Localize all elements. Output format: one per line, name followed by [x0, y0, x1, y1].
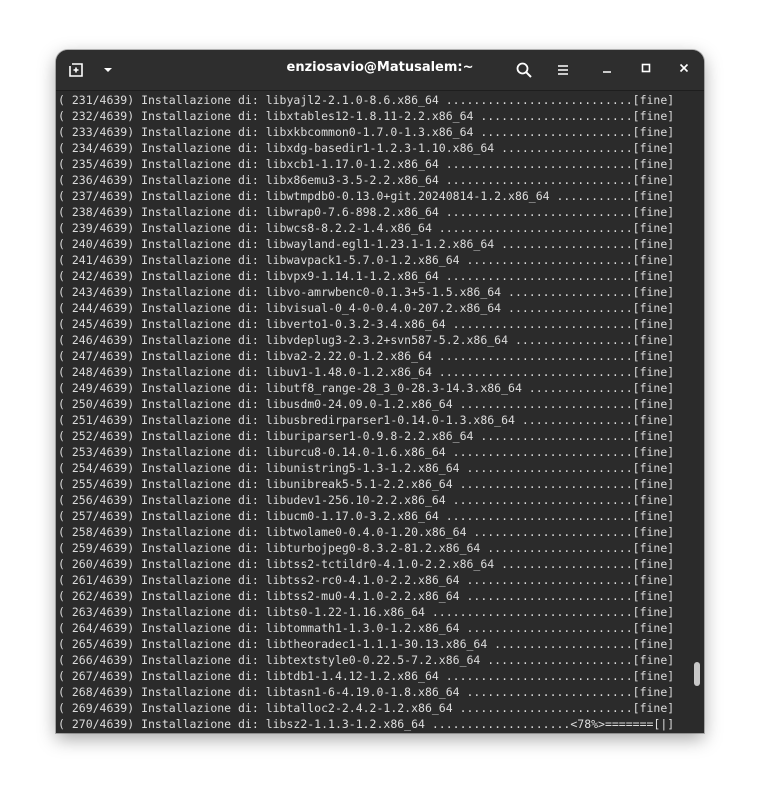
terminal-line-text: ( 270/4639) Installazione di: libsz2-1.1… [58, 717, 675, 731]
terminal-line-text: ( 259/4639) Installazione di: libturbojp… [58, 541, 675, 555]
terminal-line: ( 249/4639) Installazione di: libutf8_ra… [58, 380, 674, 396]
terminal-line: ( 267/4639) Installazione di: libtdb1-1.… [58, 668, 674, 684]
terminal-output[interactable]: ( 231/4639) Installazione di: libyajl2-2… [56, 91, 692, 733]
terminal-line: ( 254/4639) Installazione di: libunistri… [58, 460, 674, 476]
terminal-line: ( 262/4639) Installazione di: libtss2-mu… [58, 588, 674, 604]
terminal-line-text: ( 231/4639) Installazione di: libyajl2-2… [58, 93, 675, 107]
terminal-line-text: ( 261/4639) Installazione di: libtss2-rc… [58, 573, 675, 587]
new-tab-icon [67, 61, 85, 79]
terminal-line-text: ( 265/4639) Installazione di: libtheorad… [58, 637, 675, 651]
terminal-line: ( 231/4639) Installazione di: libyajl2-2… [58, 92, 674, 108]
terminal-line-text: ( 262/4639) Installazione di: libtss2-mu… [58, 589, 675, 603]
terminal-line-text: ( 239/4639) Installazione di: libwcs8-8.… [58, 221, 675, 235]
terminal-line-text: ( 254/4639) Installazione di: libunistri… [58, 461, 675, 475]
terminal-line: ( 265/4639) Installazione di: libtheorad… [58, 636, 674, 652]
menu-button[interactable] [549, 56, 577, 84]
search-icon [515, 61, 533, 79]
terminal-line-text: ( 232/4639) Installazione di: libxtables… [58, 109, 675, 123]
terminal-line: ( 253/4639) Installazione di: liburcu8-0… [58, 444, 674, 460]
terminal-line-text: ( 260/4639) Installazione di: libtss2-tc… [58, 557, 675, 571]
scrollbar-thumb[interactable] [694, 662, 700, 686]
terminal-line-text: ( 268/4639) Installazione di: libtasn1-6… [58, 685, 675, 699]
terminal-line: ( 268/4639) Installazione di: libtasn1-6… [58, 684, 674, 700]
terminal-line-text: ( 245/4639) Installazione di: libverto1-… [58, 317, 675, 331]
terminal-line: ( 248/4639) Installazione di: libuv1-1.4… [58, 364, 674, 380]
new-tab-button[interactable] [62, 56, 90, 84]
terminal-line: ( 233/4639) Installazione di: libxkbcomm… [58, 124, 674, 140]
terminal-line-text: ( 269/4639) Installazione di: libtalloc2… [58, 701, 675, 715]
terminal-line: ( 266/4639) Installazione di: libtextsty… [58, 652, 674, 668]
terminal-line: ( 232/4639) Installazione di: libxtables… [58, 108, 674, 124]
terminal-line: ( 239/4639) Installazione di: libwcs8-8.… [58, 220, 674, 236]
terminal-window: enziosavio@Matusalem:~ (231/4639) Insta… [56, 50, 704, 733]
terminal-line: ( 252/4639) Installazione di: liburipars… [58, 428, 674, 444]
terminal-line: ( 243/4639) Installazione di: libvo-amrw… [58, 284, 674, 300]
terminal-line: ( 251/4639) Installazione di: libusbredi… [58, 412, 674, 428]
close-icon [678, 61, 690, 79]
titlebar: enziosavio@Matusalem:~ [56, 50, 704, 91]
terminal-line-text: ( 243/4639) Installazione di: libvo-amrw… [58, 285, 675, 299]
terminal-line-text: ( 244/4639) Installazione di: libvisual-… [58, 301, 675, 315]
terminal-line-text: ( 233/4639) Installazione di: libxkbcomm… [58, 125, 675, 139]
terminal-line-text: ( 263/4639) Installazione di: libts0-1.2… [58, 605, 675, 619]
terminal-line-text: ( 253/4639) Installazione di: liburcu8-0… [58, 445, 675, 459]
terminal-line: ( 269/4639) Installazione di: libtalloc2… [58, 700, 674, 716]
terminal-line-text: ( 251/4639) Installazione di: libusbredi… [58, 413, 675, 427]
terminal-line-text: ( 241/4639) Installazione di: libwavpack… [58, 253, 675, 267]
terminal-line-text: ( 258/4639) Installazione di: libtwolame… [58, 525, 675, 539]
maximize-button[interactable] [634, 58, 658, 82]
terminal-line: ( 259/4639) Installazione di: libturbojp… [58, 540, 674, 556]
terminal-line-text: ( 238/4639) Installazione di: libwrap0-7… [58, 205, 675, 219]
terminal-line-text: ( 256/4639) Installazione di: libudev1-2… [58, 493, 675, 507]
hamburger-menu-icon [555, 62, 571, 78]
terminal-line-text: ( 264/4639) Installazione di: libtommath… [58, 621, 675, 635]
minimize-button[interactable] [595, 58, 619, 82]
terminal-line-text: ( 236/4639) Installazione di: libx86emu3… [58, 173, 675, 187]
terminal-line-text: ( 248/4639) Installazione di: libuv1-1.4… [58, 365, 675, 379]
search-button[interactable] [510, 56, 538, 84]
minimize-icon [601, 61, 613, 79]
terminal-line: ( 270/4639) Installazione di: libsz2-1.1… [58, 716, 674, 732]
terminal-line: ( 257/4639) Installazione di: libucm0-1.… [58, 508, 674, 524]
terminal-line-text: ( 242/4639) Installazione di: libvpx9-1.… [58, 269, 675, 283]
terminal-line-text: ( 252/4639) Installazione di: liburipars… [58, 429, 675, 443]
terminal-line: ( 261/4639) Installazione di: libtss2-rc… [58, 572, 674, 588]
maximize-icon [640, 61, 652, 79]
terminal-line-text: ( 266/4639) Installazione di: libtextsty… [58, 653, 675, 667]
terminal-line: ( 250/4639) Installazione di: libusdm0-2… [58, 396, 674, 412]
terminal-line-text: ( 249/4639) Installazione di: libutf8_ra… [58, 381, 675, 395]
terminal-line-text: ( 234/4639) Installazione di: libxdg-bas… [58, 141, 675, 155]
terminal-line: ( 256/4639) Installazione di: libudev1-2… [58, 492, 674, 508]
terminal-line: ( 238/4639) Installazione di: libwrap0-7… [58, 204, 674, 220]
terminal-line-text: ( 235/4639) Installazione di: libxcb1-1.… [58, 157, 675, 171]
terminal-line: ( 234/4639) Installazione di: libxdg-bas… [58, 140, 674, 156]
terminal-line: ( 242/4639) Installazione di: libvpx9-1.… [58, 268, 674, 284]
terminal-line: ( 247/4639) Installazione di: libva2-2.2… [58, 348, 674, 364]
terminal-line: ( 258/4639) Installazione di: libtwolame… [58, 524, 674, 540]
terminal-line-text: ( 250/4639) Installazione di: libusdm0-2… [58, 397, 675, 411]
terminal-line: ( 244/4639) Installazione di: libvisual-… [58, 300, 674, 316]
terminal-line: ( 235/4639) Installazione di: libxcb1-1.… [58, 156, 674, 172]
terminal-line: ( 241/4639) Installazione di: libwavpack… [58, 252, 674, 268]
close-button[interactable] [672, 58, 696, 82]
terminal-line: ( 236/4639) Installazione di: libx86emu3… [58, 172, 674, 188]
tab-dropdown-button[interactable] [94, 56, 122, 84]
terminal-line-text: ( 257/4639) Installazione di: libucm0-1.… [58, 509, 675, 523]
terminal-line-text: ( 240/4639) Installazione di: libwayland… [58, 237, 675, 251]
terminal-line: ( 245/4639) Installazione di: libverto1-… [58, 316, 674, 332]
terminal-line: ( 237/4639) Installazione di: libwtmpdb0… [58, 188, 674, 204]
terminal-line-text: ( 246/4639) Installazione di: libvdeplug… [58, 333, 675, 347]
terminal-line-text: ( 247/4639) Installazione di: libva2-2.2… [58, 349, 675, 363]
terminal-line: ( 260/4639) Installazione di: libtss2-tc… [58, 556, 674, 572]
terminal-line-text: ( 237/4639) Installazione di: libwtmpdb0… [58, 189, 675, 203]
terminal-line: ( 246/4639) Installazione di: libvdeplug… [58, 332, 674, 348]
terminal-line: ( 264/4639) Installazione di: libtommath… [58, 620, 674, 636]
terminal-line-text: ( 255/4639) Installazione di: libunibrea… [58, 477, 675, 491]
terminal-line: ( 255/4639) Installazione di: libunibrea… [58, 476, 674, 492]
terminal-line: ( 240/4639) Installazione di: libwayland… [58, 236, 674, 252]
terminal-line: ( 263/4639) Installazione di: libts0-1.2… [58, 604, 674, 620]
chevron-down-icon [101, 63, 115, 77]
terminal-line-text: ( 267/4639) Installazione di: libtdb1-1.… [58, 669, 675, 683]
